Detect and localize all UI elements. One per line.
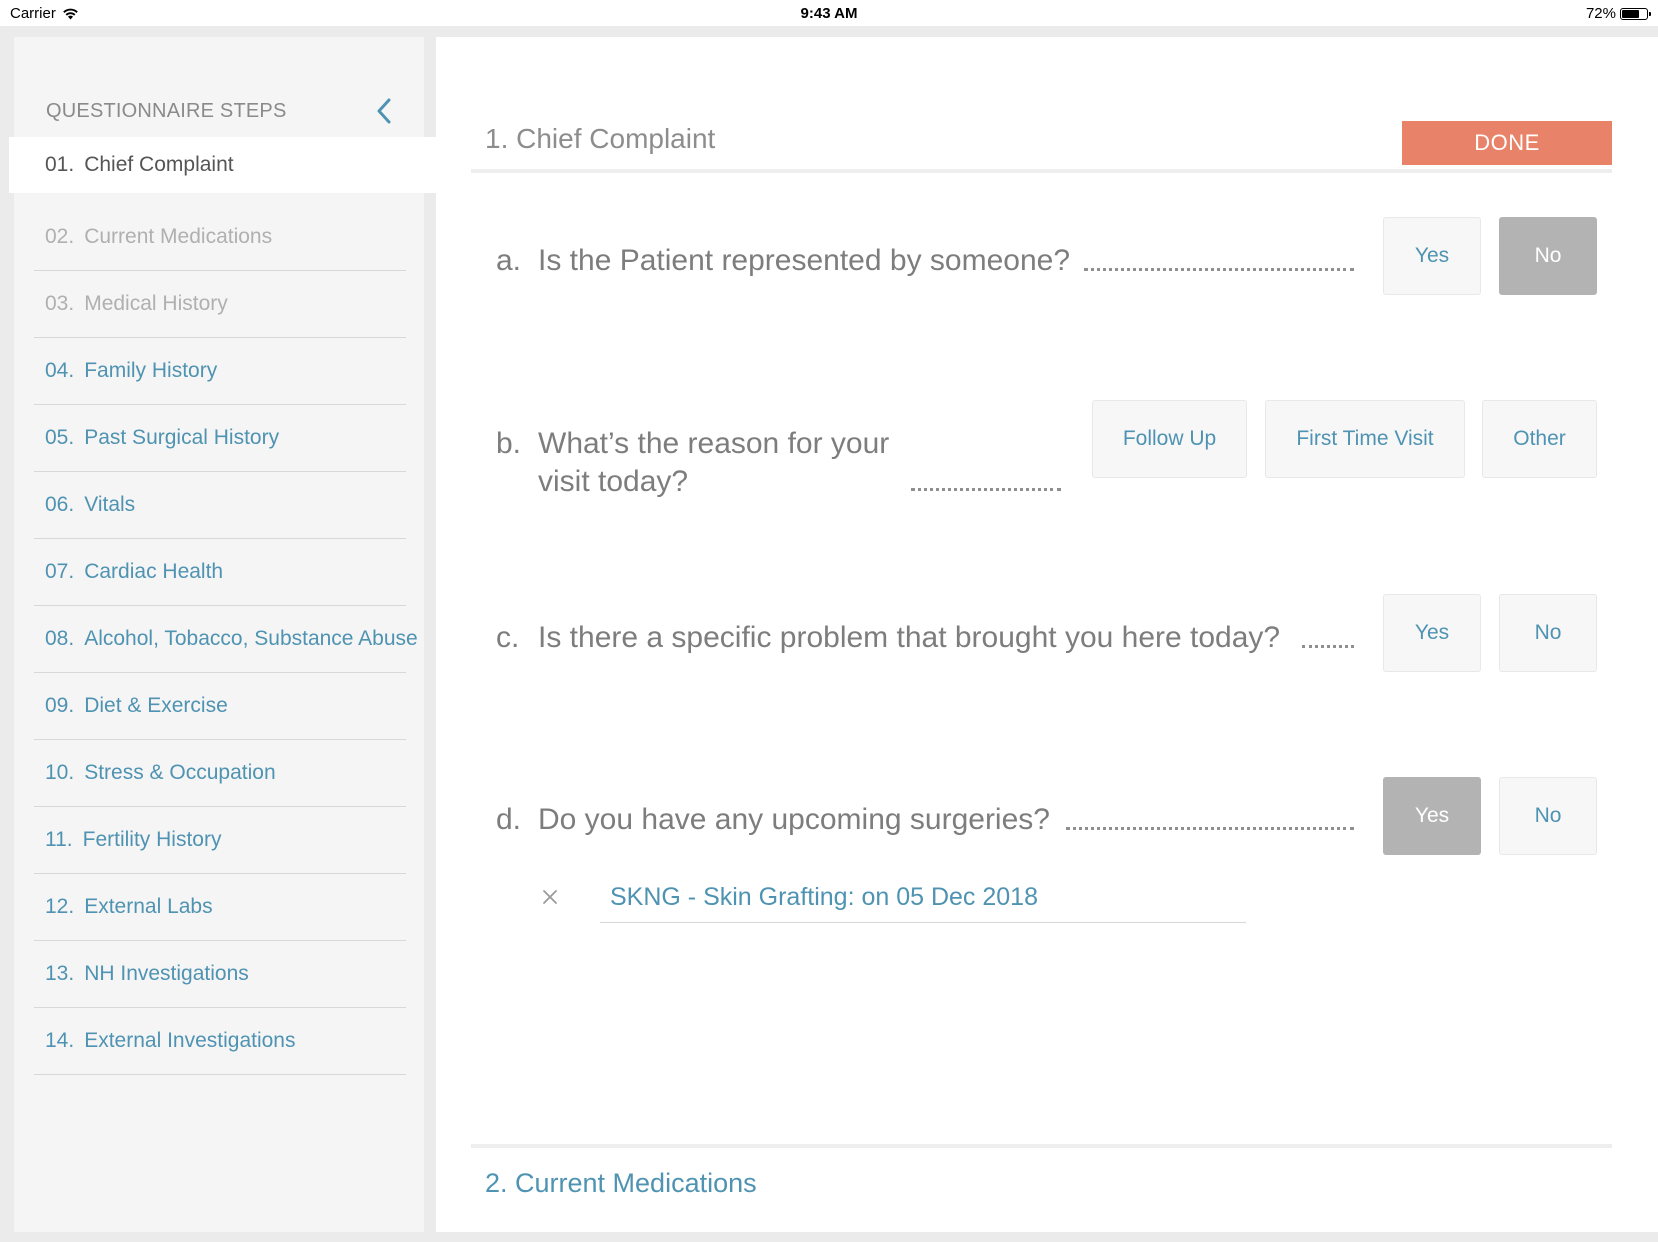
question-letter: a.	[496, 244, 522, 277]
status-bar: Carrier 9:43 AM 72%	[0, 0, 1658, 26]
question-c: c. Is there a specific problem that brou…	[496, 621, 1376, 661]
sidebar-step-12[interactable]: 12. External Labs	[34, 874, 406, 941]
dotted-leader	[1084, 268, 1354, 271]
section-header: 1. Chief Complaint DONE	[471, 77, 1612, 173]
main-panel: 1. Chief Complaint DONE a. Is the Patien…	[436, 37, 1658, 1232]
step-number: 03.	[45, 292, 75, 315]
question-text-line1: What’s the reason for your	[538, 427, 890, 460]
question-text: Do you have any upcoming surgeries?	[538, 803, 1050, 836]
battery-icon	[1620, 7, 1651, 20]
battery-percent: 72%	[1585, 5, 1616, 22]
remove-surgery-button[interactable]	[536, 883, 564, 911]
step-label: Family History	[84, 359, 218, 382]
step-label: Chief Complaint	[84, 153, 234, 176]
step-number: 06.	[45, 493, 75, 516]
section-title: 1. Chief Complaint	[485, 123, 716, 154]
sidebar-header: QUESTIONNAIRE STEPS	[46, 91, 400, 131]
question-c-yes[interactable]: Yes	[1383, 594, 1481, 672]
sidebar-step-8[interactable]: 08. Alcohol, Tobacco, Substance Abuse	[34, 606, 418, 673]
sidebar-step-5[interactable]: 05. Past Surgical History	[34, 405, 406, 472]
step-number: 10.	[45, 761, 75, 784]
questionnaire-sidebar: QUESTIONNAIRE STEPS 01. Chief Complaint 02…	[9, 37, 455, 1232]
done-button[interactable]: DONE	[1402, 121, 1612, 165]
question-text: Is there a specific problem that brought…	[538, 621, 1281, 654]
step-number: 02.	[45, 225, 75, 248]
step-label: Fertility History	[82, 828, 222, 851]
question-text: Is the Patient represented by someone?	[538, 244, 1071, 277]
dotted-leader	[1066, 827, 1354, 830]
sidebar-step-3[interactable]: 03. Medical History	[34, 271, 406, 338]
battery-indicator: 72%	[1585, 5, 1651, 22]
carrier-label: Carrier	[10, 5, 56, 22]
close-icon	[543, 890, 557, 904]
sidebar-title: QUESTIONNAIRE STEPS	[46, 99, 287, 122]
step-label: Diet & Exercise	[84, 694, 228, 717]
next-section-title: 2. Current Medications	[485, 1168, 757, 1198]
step-number: 11.	[45, 828, 73, 851]
question-letter: d.	[496, 803, 522, 836]
step-label: NH Investigations	[84, 962, 249, 985]
step-number: 14.	[45, 1029, 75, 1052]
step-number: 01.	[45, 153, 75, 176]
question-b: b. What’s the reason for your visit toda…	[496, 427, 1096, 507]
surgery-entry-row: SKNG - Skin Grafting: on 05 Dec 2018	[536, 877, 1246, 925]
question-text-line2: visit today?	[538, 465, 689, 498]
step-label: Alcohol, Tobacco, Substance Abuse	[84, 627, 418, 650]
question-letter: b.	[496, 427, 522, 460]
sidebar-step-6[interactable]: 06. Vitals	[34, 472, 406, 539]
carrier-indicator: Carrier	[10, 5, 79, 22]
dotted-leader	[911, 488, 1061, 491]
question-a-no[interactable]: No	[1499, 217, 1597, 295]
sidebar-step-2[interactable]: 02. Current Medications	[34, 204, 406, 271]
question-d-yes[interactable]: Yes	[1383, 777, 1481, 855]
question-d: d. Do you have any upcoming surgeries?	[496, 803, 1196, 843]
step-number: 12.	[45, 895, 75, 918]
step-label: External Investigations	[84, 1029, 296, 1052]
sidebar-step-13[interactable]: 13. NH Investigations	[34, 941, 406, 1008]
surgery-entry[interactable]: SKNG - Skin Grafting: on 05 Dec 2018	[600, 877, 1246, 923]
step-number: 09.	[45, 694, 75, 717]
wifi-icon	[63, 8, 78, 20]
step-label: Medical History	[84, 292, 228, 315]
step-label: Past Surgical History	[84, 426, 280, 449]
question-c-no[interactable]: No	[1499, 594, 1597, 672]
sidebar-step-4[interactable]: 04. Family History	[34, 338, 406, 405]
status-time: 9:43 AM	[800, 5, 858, 22]
steps-list: 01. Chief Complaint 02. Current Medications…	[9, 137, 455, 1075]
sidebar-step-1[interactable]: 01. Chief Complaint	[9, 137, 455, 193]
chevron-left-icon	[377, 98, 391, 124]
question-letter: c.	[496, 621, 520, 654]
question-d-no[interactable]: No	[1499, 777, 1597, 855]
step-label: Vitals	[84, 493, 136, 516]
step-label: External Labs	[84, 895, 213, 918]
step-number: 13.	[45, 962, 75, 985]
step-number: 08.	[45, 627, 75, 650]
step-number: 04.	[45, 359, 75, 382]
question-b-first-time-visit[interactable]: First Time Visit	[1265, 400, 1465, 478]
question-a-yes[interactable]: Yes	[1383, 217, 1481, 295]
sidebar-step-11[interactable]: 11. Fertility History	[34, 807, 406, 874]
step-number: 05.	[45, 426, 75, 449]
sidebar-step-7[interactable]: 07. Cardiac Health	[34, 539, 406, 606]
section-current-medications[interactable]: 2. Current Medications	[471, 1144, 1612, 1232]
sidebar-step-14[interactable]: 14. External Investigations	[34, 1008, 406, 1075]
step-number: 07.	[45, 560, 75, 583]
question-b-other[interactable]: Other	[1482, 400, 1597, 478]
dotted-leader	[1302, 645, 1354, 648]
step-label: Current Medications	[84, 225, 273, 248]
step-label: Cardiac Health	[84, 560, 224, 583]
sidebar-step-10[interactable]: 10. Stress & Occupation	[34, 740, 406, 807]
question-b-follow-up[interactable]: Follow Up	[1092, 400, 1247, 478]
step-label: Stress & Occupation	[84, 761, 276, 784]
sidebar-step-9[interactable]: 09. Diet & Exercise	[34, 673, 406, 740]
collapse-sidebar-button[interactable]	[368, 95, 400, 127]
